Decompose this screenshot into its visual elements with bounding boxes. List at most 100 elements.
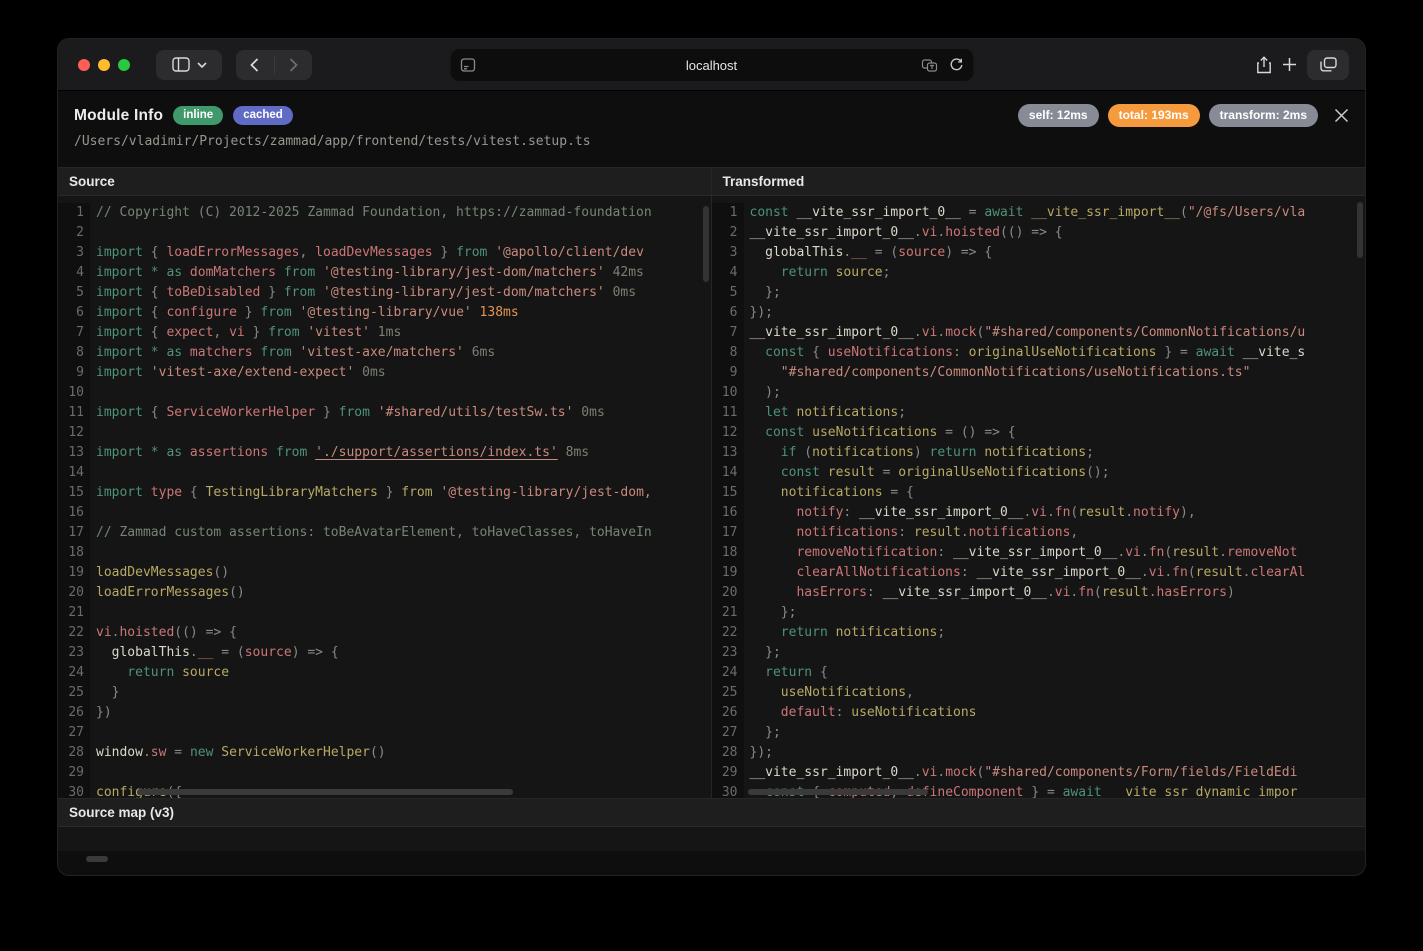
back-button[interactable] — [236, 50, 274, 80]
code-line: 25 } — [58, 683, 711, 703]
code-line: 14 const result = originalUseNotificatio… — [712, 463, 1366, 483]
sidebar-toggle-button[interactable] — [156, 50, 222, 80]
sourcemap-section: Source map (v3) 1AAMA;AAeA,yBAAG,QAAQ,MA… — [58, 798, 1365, 868]
line-number: 18 — [712, 543, 744, 563]
code-line: 9 "#shared/components/CommonNotification… — [712, 363, 1366, 383]
line-number: 5 — [712, 283, 744, 303]
line-number: 29 — [712, 763, 744, 783]
line-number: 28 — [58, 743, 90, 763]
close-window-button[interactable] — [78, 59, 90, 71]
url-text: localhost — [450, 58, 973, 73]
code-line: 20loadErrorMessages() — [58, 583, 711, 603]
line-number: 30 — [712, 783, 744, 798]
zoom-window-button[interactable] — [118, 59, 130, 71]
code-line: 28}); — [712, 743, 1366, 763]
line-number: 19 — [712, 563, 744, 583]
line-number: 13 — [712, 443, 744, 463]
code-line: 7import { expect, vi } from 'vitest' 1ms — [58, 323, 711, 343]
line-number: 8 — [712, 343, 744, 363]
line-number: 20 — [58, 583, 90, 603]
line-number: 10 — [712, 383, 744, 403]
line-number: 2 — [58, 223, 90, 243]
line-number: 21 — [712, 603, 744, 623]
line-number: 14 — [58, 463, 90, 483]
page-title: Module Info — [74, 107, 163, 125]
transformed-vertical-scrollbar[interactable] — [1357, 202, 1363, 258]
code-line: 10 — [58, 383, 711, 403]
line-number: 23 — [58, 643, 90, 663]
line-number: 22 — [712, 623, 744, 643]
nav-buttons — [236, 50, 312, 80]
code-line: 14 — [58, 463, 711, 483]
line-number: 26 — [712, 703, 744, 723]
line-number: 25 — [712, 683, 744, 703]
line-number: 25 — [58, 683, 90, 703]
line-number: 26 — [58, 703, 90, 723]
line-number: 6 — [712, 303, 744, 323]
line-number: 23 — [712, 643, 744, 663]
line-number: 1 — [58, 203, 90, 223]
code-line: 3 globalThis.__ = (source) => { — [712, 243, 1366, 263]
new-tab-button[interactable] — [1282, 57, 1297, 72]
line-number: 2 — [712, 223, 744, 243]
line-number: 10 — [58, 383, 90, 403]
code-line: 17 notifications: result.notifications, — [712, 523, 1366, 543]
code-line: 21 }; — [712, 603, 1366, 623]
line-number: 15 — [58, 483, 90, 503]
code-line: 19 clearAllNotifications: __vite_ssr_imp… — [712, 563, 1366, 583]
module-file-path: /Users/vladimir/Projects/zammad/app/fron… — [74, 134, 1349, 149]
source-horizontal-scrollbar[interactable] — [137, 789, 513, 795]
sourcemap-horizontal-scrollbar[interactable] — [86, 856, 108, 862]
line-number: 11 — [712, 403, 744, 423]
code-line: 16 — [58, 503, 711, 523]
self-time-badge: self: 12ms — [1018, 104, 1099, 127]
line-number: 30 — [58, 783, 90, 798]
translate-icon[interactable] — [921, 59, 937, 72]
code-line: 23 }; — [712, 643, 1366, 663]
transformed-panel-title: Transformed — [712, 168, 1366, 196]
line-number: 7 — [58, 323, 90, 343]
code-line: 6import { configure } from '@testing-lib… — [58, 303, 711, 323]
code-line: 23 globalThis.__ = (source) => { — [58, 643, 711, 663]
code-line: 1// Copyright (C) 2012-2025 Zammad Found… — [58, 203, 711, 223]
file-link[interactable]: './support/assertions/index.ts' — [315, 445, 558, 460]
line-number: 19 — [58, 563, 90, 583]
code-line: 4import * as domMatchers from '@testing-… — [58, 263, 711, 283]
code-line: 25 useNotifications, — [712, 683, 1366, 703]
line-number: 21 — [58, 603, 90, 623]
code-line: 27 }; — [712, 723, 1366, 743]
line-number: 8 — [58, 343, 90, 363]
line-number: 18 — [58, 543, 90, 563]
code-line: 27 — [58, 723, 711, 743]
close-button[interactable] — [1334, 108, 1349, 123]
module-info-header: Module Info inline cached self: 12ms tot… — [58, 91, 1365, 168]
code-line: 19loadDevMessages() — [58, 563, 711, 583]
source-code: 1// Copyright (C) 2012-2025 Zammad Found… — [58, 196, 711, 798]
code-line: 1const __vite_ssr_import_0__ = await __v… — [712, 203, 1366, 223]
code-line: 2 — [58, 223, 711, 243]
address-bar[interactable]: localhost — [450, 49, 973, 81]
line-number: 9 — [712, 363, 744, 383]
line-number: 6 — [58, 303, 90, 323]
total-time-badge: total: 193ms — [1108, 104, 1200, 127]
source-panel-title: Source — [58, 168, 711, 196]
source-vertical-scrollbar[interactable] — [703, 206, 709, 282]
code-line: 29__vite_ssr_import_0__.vi.mock("#shared… — [712, 763, 1366, 783]
transformed-code: 1const __vite_ssr_import_0__ = await __v… — [712, 196, 1366, 798]
share-button[interactable] — [1256, 56, 1272, 74]
transformed-horizontal-scrollbar[interactable] — [748, 789, 928, 795]
line-number: 16 — [58, 503, 90, 523]
code-line: 4 return source; — [712, 263, 1366, 283]
reload-icon[interactable] — [949, 58, 963, 72]
line-number: 12 — [58, 423, 90, 443]
line-number: 15 — [712, 483, 744, 503]
code-line: 12 — [58, 423, 711, 443]
transformed-panel: Transformed 1const __vite_ssr_import_0__… — [711, 168, 1366, 798]
tab-overview-button[interactable] — [1307, 50, 1349, 80]
inline-badge: inline — [173, 106, 223, 125]
minimize-window-button[interactable] — [98, 59, 110, 71]
line-number: 27 — [712, 723, 744, 743]
forward-button[interactable] — [275, 50, 313, 80]
chevron-down-icon — [197, 62, 207, 68]
line-number: 11 — [58, 403, 90, 423]
